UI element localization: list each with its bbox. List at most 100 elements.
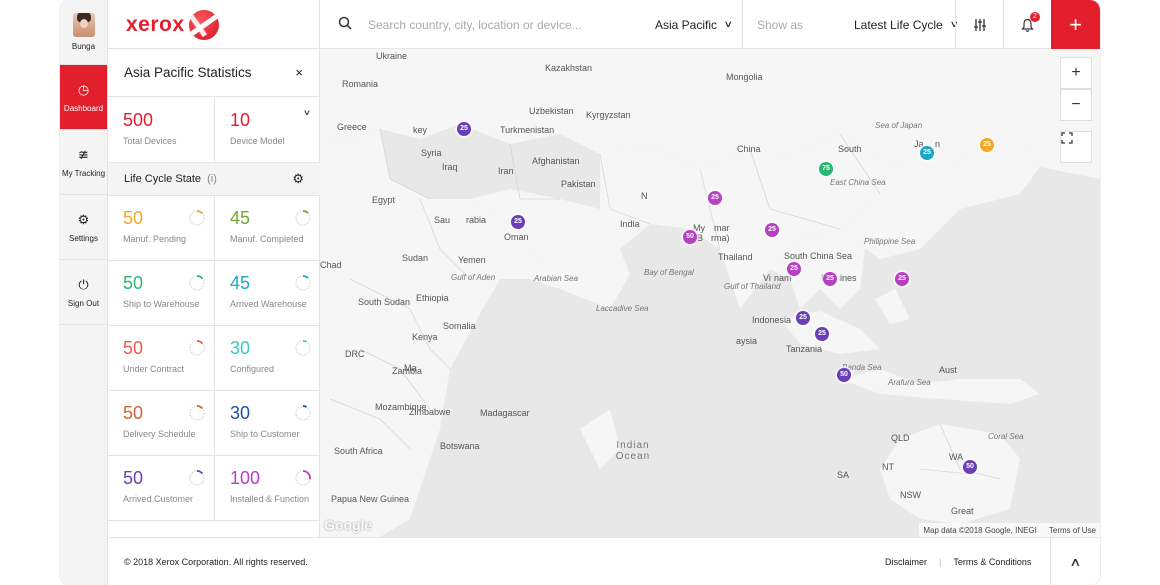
map-device-cluster-marker[interactable]: 25: [511, 215, 525, 229]
map-country-label: N: [641, 191, 648, 201]
divider: [742, 0, 743, 49]
device-model-stat[interactable]: 10 Device Model ∨: [214, 98, 320, 163]
progress-ring: [189, 405, 205, 421]
map-country-label: Sudan: [402, 253, 429, 263]
lifecycle-state-card[interactable]: 30 Configured: [214, 326, 320, 391]
map-country-label: Mongolia: [726, 72, 763, 82]
progress-ring: [189, 340, 205, 356]
lifecycle-dropdown[interactable]: Latest Life Cycle ∨: [854, 0, 959, 49]
map-country-label: Greece: [337, 122, 367, 132]
terms-of-use-link[interactable]: Terms of Use: [1049, 526, 1096, 535]
map-device-cluster-marker[interactable]: 50: [837, 368, 851, 382]
map-ocean-label: Indian Ocean: [615, 440, 651, 462]
power-icon: ⏻: [78, 276, 89, 292]
disclaimer-link[interactable]: Disclaimer: [885, 557, 927, 567]
map-device-cluster-marker[interactable]: 25: [920, 146, 934, 160]
map-country-label: South Africa: [334, 446, 383, 456]
map-country-label: Somalia: [443, 321, 476, 331]
user-profile[interactable]: Bunga: [60, 0, 107, 65]
map-device-cluster-marker[interactable]: 50: [963, 460, 977, 474]
progress-ring: [295, 340, 311, 356]
map-device-cluster-marker[interactable]: 25: [708, 191, 722, 205]
search-icon[interactable]: [338, 16, 352, 33]
map-country-label: Zambia: [392, 366, 423, 376]
gear-icon[interactable]: ⚙: [292, 171, 304, 187]
show-as-label: Show as: [757, 17, 804, 32]
brand-logo[interactable]: xerox: [108, 0, 320, 49]
state-label: Installed & Function: [230, 494, 310, 504]
map-view[interactable]: Ukraine Kazakhstan Mongolia Romania Uzbekist…: [320, 49, 1100, 537]
lifecycle-state-card[interactable]: 45 Arrived Warehouse: [214, 261, 320, 326]
map-country-label: Syria: [421, 148, 442, 158]
map-device-cluster-marker[interactable]: 25: [765, 223, 779, 237]
map-country-label: n: [935, 139, 941, 149]
map-country-label: Romania: [342, 79, 379, 89]
map-country-label: Madagascar: [480, 408, 530, 418]
fullscreen-icon: [1061, 132, 1073, 144]
chevron-down-icon[interactable]: ∨: [303, 108, 311, 117]
map-attribution: Map data ©2018 Google, INEGI Terms of Us…: [919, 523, 1100, 537]
nav-item-my-tracking[interactable]: ≇ My Tracking: [60, 130, 107, 195]
lifecycle-state-title: Life Cycle State: [124, 173, 202, 185]
lifecycle-state-card[interactable]: 30 Ship to Customer: [214, 391, 320, 456]
map-device-cluster-marker[interactable]: 25: [787, 262, 801, 276]
top-bar: xerox Asia Pacific ∨ Show as Latest Life…: [108, 0, 1100, 49]
map-country-label: Kyrgyzstan: [586, 110, 631, 120]
avatar[interactable]: [72, 13, 95, 37]
state-label: Configured: [230, 364, 275, 374]
progress-ring: [295, 275, 311, 291]
progress-ring: [295, 405, 311, 421]
search-input[interactable]: [368, 17, 628, 32]
map-device-cluster-marker[interactable]: 25: [796, 311, 810, 325]
terms-link[interactable]: Terms & Conditions: [953, 557, 1031, 567]
lifecycle-state-card[interactable]: 50 Arrived Customer: [108, 456, 214, 521]
lifecycle-state-card[interactable]: 50 Manuf. Pending: [108, 196, 214, 261]
nav-item-settings[interactable]: ⚙ Settings: [60, 195, 107, 260]
map-country-label: Botswana: [440, 441, 480, 451]
add-button[interactable]: +: [1051, 0, 1100, 49]
map-device-cluster-marker[interactable]: 25: [815, 327, 829, 341]
map-sea-label: Arabian Sea: [534, 274, 579, 283]
filter-button[interactable]: [955, 0, 1003, 49]
map-device-cluster-marker[interactable]: 25: [980, 138, 994, 152]
panel-title: Asia Pacific Statistics: [124, 65, 252, 80]
footer: © 2018 Xerox Corporation. All rights res…: [108, 537, 1100, 585]
map-device-cluster-marker[interactable]: 25: [457, 122, 471, 136]
nav-item-dashboard[interactable]: ◷ Dashboard: [60, 65, 107, 130]
map-country-label: Great: [951, 506, 974, 516]
sliders-icon: [973, 18, 986, 31]
lifecycle-state-card[interactable]: 45 Manuf. Completed: [214, 196, 320, 261]
map-device-cluster-marker[interactable]: 75: [819, 162, 833, 176]
map-device-cluster-marker[interactable]: 25: [895, 272, 909, 286]
progress-ring: [189, 470, 205, 486]
map-device-cluster-marker[interactable]: 25: [823, 272, 837, 286]
zoom-in-button[interactable]: +: [1060, 57, 1092, 89]
progress-ring: [295, 210, 311, 226]
notifications-button[interactable]: 2: [1003, 0, 1051, 49]
region-dropdown[interactable]: Asia Pacific ∨: [655, 0, 733, 49]
region-value: Asia Pacific: [655, 17, 718, 32]
fullscreen-button[interactable]: [1060, 131, 1092, 163]
map-sea-label: Gulf of Aden: [451, 273, 496, 282]
state-label: Arrived Customer: [123, 494, 194, 504]
map-country-label: Indonesia: [752, 315, 792, 325]
lifecycle-state-card[interactable]: 50 Delivery Schedule: [108, 391, 214, 456]
map-country-label: Iran: [498, 166, 514, 176]
progress-ring: [189, 275, 205, 291]
close-icon[interactable]: ×: [295, 65, 303, 80]
footer-links: Disclaimer | Terms & Conditions: [885, 557, 1031, 567]
map-country-label: Sau: [434, 215, 451, 225]
map-country-label: DRC: [345, 349, 365, 359]
lifecycle-state-card[interactable]: 50 Under Contract: [108, 326, 214, 391]
map-country-label: Uzbekistan: [529, 106, 574, 116]
lifecycle-state-card[interactable]: 100 Installed & Function: [214, 456, 320, 521]
map-sea-label: Gulf of Thailand: [724, 282, 781, 291]
map-device-cluster-marker[interactable]: 50: [683, 230, 697, 244]
map-country-label: Turkmenistan: [500, 125, 555, 135]
info-icon[interactable]: (i): [207, 173, 217, 185]
zoom-out-button[interactable]: −: [1060, 89, 1092, 121]
statistics-panel: Asia Pacific Statistics × 500 Total Devi…: [108, 49, 320, 537]
nav-item-sign-out[interactable]: ⏻ Sign Out: [60, 260, 107, 325]
scroll-up-button[interactable]: ∧: [1050, 538, 1100, 585]
lifecycle-state-card[interactable]: 50 Ship to Warehouse: [108, 261, 214, 326]
